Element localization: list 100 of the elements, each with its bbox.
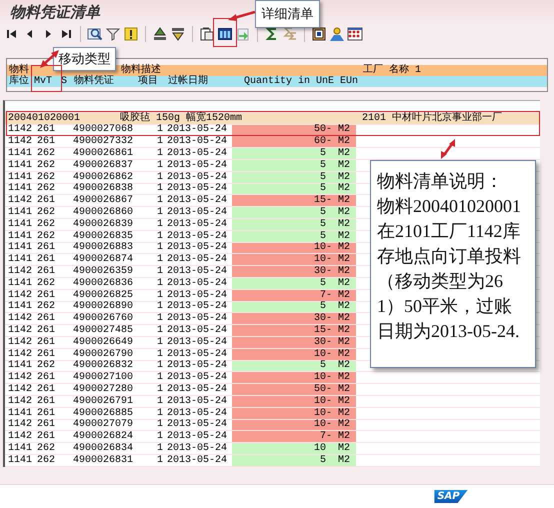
- column-header: 工厂 名称 1: [363, 65, 422, 76]
- table-cell-text: 4900026835: [73, 232, 134, 241]
- callout: 详细清单: [255, 0, 320, 28]
- sort-descending-icon[interactable]: [170, 26, 186, 42]
- table-cell-text: 2013-05-24: [167, 432, 228, 442]
- sigma-icon[interactable]: [264, 26, 280, 42]
- table-cell-text: 1: [157, 220, 164, 229]
- table-cell-text: 1: [157, 373, 164, 382]
- quantity-cell: 10- M2: [232, 242, 356, 254]
- quantity-cell: 15- M2: [232, 195, 356, 206]
- table-cell-text: 1142: [8, 420, 34, 430]
- table-cell-text: 1: [157, 255, 164, 264]
- table-cell-text: 1141: [8, 278, 34, 288]
- table-cell-text: 1142: [8, 396, 34, 406]
- note-text: 物料200401020001在2101工厂1142库存地点向订单投料（移动类型为261）50平米，过账日期为2013-05-24.: [377, 195, 522, 343]
- quantity-cell: 10- M2: [232, 254, 356, 266]
- table-cell-text: 1: [157, 302, 164, 312]
- person-icon[interactable]: [329, 26, 345, 42]
- table-cell-text: 261: [37, 326, 56, 336]
- table-cell-text: 1142: [8, 314, 34, 324]
- table-cell-text: 4900027485: [73, 326, 134, 336]
- subtotal-icon[interactable]: [282, 26, 298, 42]
- double-arrow: [441, 139, 455, 159]
- column-header: Quantity in UnE EUn: [244, 76, 358, 87]
- table-cell-text: 4900026867: [73, 196, 134, 206]
- grid-icon[interactable]: [347, 26, 363, 42]
- logo: SAP: [434, 490, 468, 503]
- table-cell-text: 4900026831: [73, 456, 134, 465]
- quantity-cell: 5 M2: [232, 160, 356, 171]
- search-icon[interactable]: [87, 26, 103, 42]
- table-cell-text: 1141: [8, 255, 34, 264]
- document-icon[interactable]: [199, 26, 215, 42]
- sort-ascending-icon[interactable]: [152, 26, 168, 42]
- table-cell-text: 2013-05-24: [167, 255, 228, 264]
- quantity-cell: 10- M2: [232, 348, 356, 360]
- table-cell-text: 2013-05-24: [167, 385, 228, 394]
- table-cell-text: 261: [37, 408, 56, 418]
- table-cell-text: 1142: [8, 137, 34, 146]
- quantity-cell: 10- M2: [232, 420, 356, 430]
- table-cell-text: 1141: [8, 456, 34, 465]
- table-cell-text: 261: [37, 137, 56, 146]
- table-cell-text: 2013-05-24: [167, 208, 228, 218]
- quantity-cell: 15- M2: [232, 325, 356, 336]
- table-cell-text: 262: [37, 232, 56, 241]
- table-cell-text: 262: [37, 208, 56, 218]
- filter-icon[interactable]: [105, 26, 121, 42]
- table-cell-text: 1142: [8, 267, 34, 276]
- column-header: 过帐日期: [168, 76, 209, 87]
- table-cell-text: 4900026832: [73, 361, 134, 370]
- quantity-cell: 50- M2: [232, 384, 356, 395]
- table-cell-text: 1142: [8, 196, 34, 206]
- highlight-frame: [31, 65, 62, 92]
- table-cell-text: 1: [157, 184, 164, 194]
- table-cell-text: 4900026838: [73, 184, 134, 194]
- table-cell-text: 261: [37, 373, 56, 382]
- table-cell-text: 2013-05-24: [167, 361, 228, 370]
- table-cell-text: 4900027079: [73, 420, 134, 430]
- table-cell-text: 1: [157, 396, 164, 406]
- table-cell-text: 2013-05-24: [167, 302, 228, 312]
- table-cell-text: 261: [37, 420, 56, 430]
- table-cell-text: 1142: [8, 385, 34, 394]
- table-cell-text: 4900027332: [73, 137, 134, 146]
- layout-icon[interactable]: [311, 26, 327, 42]
- table-cell-text: 1: [157, 420, 164, 430]
- double-arrow: [40, 50, 59, 68]
- table-cell-text: 1: [157, 361, 164, 370]
- table-cell-text: 261: [37, 255, 56, 264]
- table-cell-text: 1142: [8, 373, 34, 382]
- table-cell-text: 261: [37, 432, 56, 442]
- note-title: 物料清单说明：: [377, 170, 503, 193]
- table-cell-text: 1: [157, 243, 164, 252]
- table-cell-text: 4900026860: [73, 208, 134, 218]
- table-cell-text: 2013-05-24: [167, 160, 228, 170]
- table-cell-text: 2013-05-24: [167, 125, 228, 134]
- table-cell-text: 4900026791: [73, 396, 134, 406]
- table-cell-text: 1142: [8, 125, 34, 134]
- table-cell-text: 4900026837: [73, 160, 134, 170]
- table-cell-text: 1141: [8, 208, 34, 218]
- table-cell-text: 1141: [8, 444, 34, 453]
- table-cell-text: 2013-05-24: [167, 338, 228, 347]
- table-cell-text: 1: [157, 125, 164, 134]
- table-cell-text: 2013-05-24: [167, 420, 228, 430]
- arrow: [228, 10, 256, 21]
- table-cell-text: 261: [37, 350, 56, 359]
- table-cell-text: 4900026834: [73, 444, 134, 453]
- table-cell-text: 261: [37, 338, 56, 347]
- table-cell-text: 4900026861: [73, 149, 134, 158]
- exclamation-icon[interactable]: [123, 26, 139, 42]
- table-cell-text: 2013-05-24: [167, 172, 228, 182]
- table-cell-text: 4900027100: [73, 373, 134, 382]
- table-cell-text: 2013-05-24: [167, 243, 228, 252]
- table-cell-text: 1141: [8, 243, 34, 252]
- quantity-cell: 5 M2: [232, 360, 356, 372]
- table-cell-text: 1: [157, 267, 164, 276]
- quantity-cell: 7- M2: [232, 431, 356, 442]
- table-cell-text: 261: [37, 125, 56, 134]
- table-cell-text: 4900026824: [73, 432, 134, 442]
- columns-icon[interactable]: [217, 26, 233, 42]
- table-cell-text: 4900026862: [73, 172, 134, 182]
- table-cell-text: 2013-05-24: [167, 444, 228, 453]
